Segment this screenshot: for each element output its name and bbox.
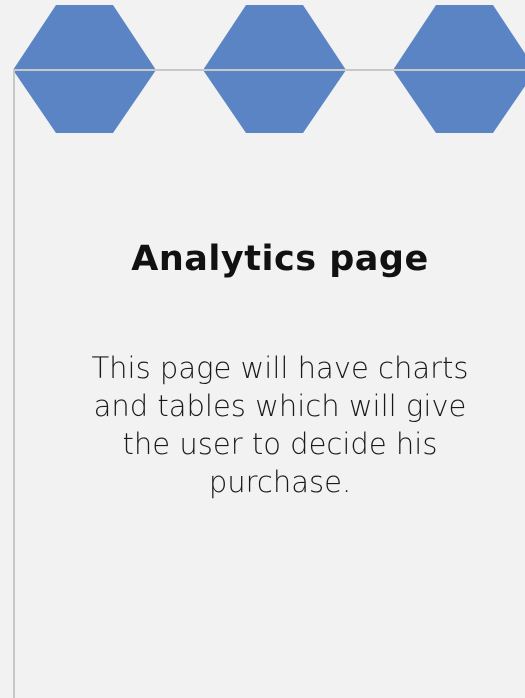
main-content: Analytics page This page will have chart… — [40, 240, 520, 502]
panel-top-border — [13, 69, 525, 71]
page-title: Analytics page — [131, 239, 429, 279]
page-description: This page will have charts and tables wh… — [91, 350, 469, 500]
panel-left-border — [13, 69, 15, 698]
